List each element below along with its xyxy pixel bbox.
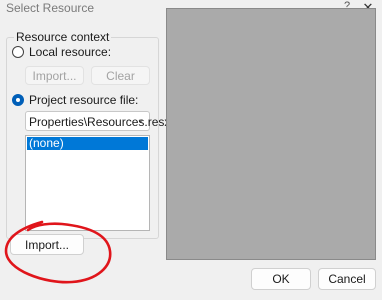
chevron-down-icon: ⌄	[136, 114, 145, 125]
project-resource-label: Project resource file:	[29, 93, 139, 107]
import-button[interactable]: Import...	[10, 234, 84, 255]
window-title: Select Resource	[6, 1, 95, 15]
resource-preview	[166, 8, 376, 260]
project-resource-option[interactable]: Project resource file:	[12, 93, 138, 107]
local-resource-option[interactable]: Local resource:	[12, 45, 111, 59]
list-item[interactable]: (none)	[27, 137, 148, 150]
local-import-button[interactable]: Import...	[25, 66, 84, 85]
ok-button[interactable]: OK	[251, 268, 311, 290]
local-resource-label: Local resource:	[29, 45, 112, 59]
resource-file-value: Properties\Resources.resx	[29, 115, 171, 129]
resource-file-dropdown[interactable]: Properties\Resources.resx ⌄	[25, 111, 170, 131]
cancel-button[interactable]: Cancel	[318, 268, 376, 290]
project-resource-radio[interactable]	[12, 94, 24, 106]
clear-button[interactable]: Clear	[91, 66, 150, 85]
local-resource-radio[interactable]	[12, 46, 24, 58]
resource-context-legend: Resource context	[14, 30, 112, 44]
resource-list[interactable]: (none)	[25, 135, 150, 231]
